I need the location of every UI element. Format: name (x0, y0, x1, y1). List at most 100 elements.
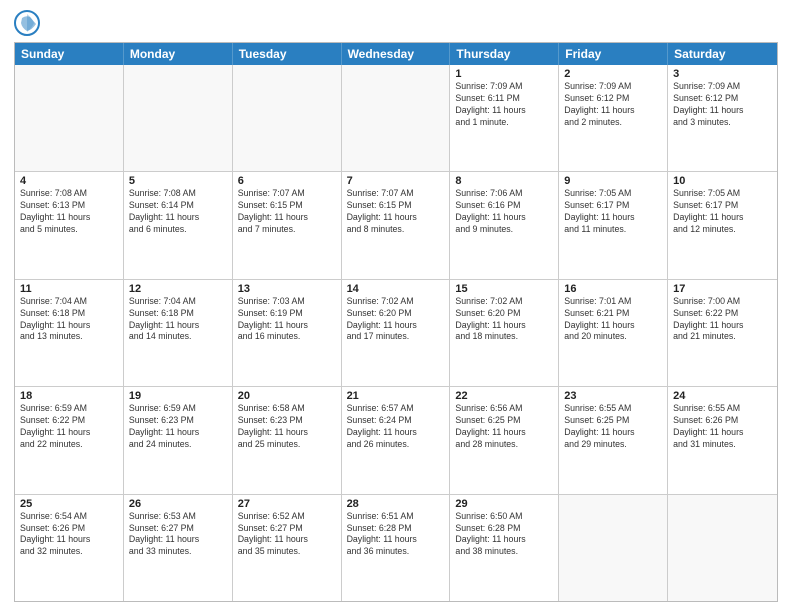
header-day-thursday: Thursday (450, 43, 559, 65)
logo (14, 10, 40, 36)
empty-cell (559, 495, 668, 601)
day-number: 19 (129, 390, 227, 402)
week-row-3: 11Sunrise: 7:04 AM Sunset: 6:18 PM Dayli… (15, 279, 777, 386)
day-number: 1 (455, 68, 553, 80)
day-cell-18: 18Sunrise: 6:59 AM Sunset: 6:22 PM Dayli… (15, 387, 124, 493)
day-info: Sunrise: 6:58 AM Sunset: 6:23 PM Dayligh… (238, 403, 336, 451)
day-number: 22 (455, 390, 553, 402)
day-info: Sunrise: 7:09 AM Sunset: 6:11 PM Dayligh… (455, 81, 553, 129)
day-info: Sunrise: 6:59 AM Sunset: 6:22 PM Dayligh… (20, 403, 118, 451)
day-info: Sunrise: 6:53 AM Sunset: 6:27 PM Dayligh… (129, 511, 227, 559)
header-day-sunday: Sunday (15, 43, 124, 65)
day-number: 16 (564, 283, 662, 295)
day-info: Sunrise: 6:57 AM Sunset: 6:24 PM Dayligh… (347, 403, 445, 451)
day-cell-21: 21Sunrise: 6:57 AM Sunset: 6:24 PM Dayli… (342, 387, 451, 493)
day-cell-19: 19Sunrise: 6:59 AM Sunset: 6:23 PM Dayli… (124, 387, 233, 493)
empty-cell (233, 65, 342, 171)
day-cell-3: 3Sunrise: 7:09 AM Sunset: 6:12 PM Daylig… (668, 65, 777, 171)
day-info: Sunrise: 6:59 AM Sunset: 6:23 PM Dayligh… (129, 403, 227, 451)
day-cell-24: 24Sunrise: 6:55 AM Sunset: 6:26 PM Dayli… (668, 387, 777, 493)
logo-icon (14, 10, 40, 36)
day-number: 15 (455, 283, 553, 295)
day-cell-12: 12Sunrise: 7:04 AM Sunset: 6:18 PM Dayli… (124, 280, 233, 386)
day-cell-29: 29Sunrise: 6:50 AM Sunset: 6:28 PM Dayli… (450, 495, 559, 601)
day-info: Sunrise: 7:09 AM Sunset: 6:12 PM Dayligh… (673, 81, 772, 129)
day-cell-13: 13Sunrise: 7:03 AM Sunset: 6:19 PM Dayli… (233, 280, 342, 386)
calendar: SundayMondayTuesdayWednesdayThursdayFrid… (14, 42, 778, 602)
header-day-wednesday: Wednesday (342, 43, 451, 65)
day-info: Sunrise: 7:02 AM Sunset: 6:20 PM Dayligh… (347, 296, 445, 344)
day-number: 11 (20, 283, 118, 295)
day-number: 8 (455, 175, 553, 187)
day-info: Sunrise: 7:07 AM Sunset: 6:15 PM Dayligh… (238, 188, 336, 236)
day-number: 2 (564, 68, 662, 80)
day-cell-28: 28Sunrise: 6:51 AM Sunset: 6:28 PM Dayli… (342, 495, 451, 601)
day-cell-7: 7Sunrise: 7:07 AM Sunset: 6:15 PM Daylig… (342, 172, 451, 278)
header-day-saturday: Saturday (668, 43, 777, 65)
day-number: 23 (564, 390, 662, 402)
day-cell-26: 26Sunrise: 6:53 AM Sunset: 6:27 PM Dayli… (124, 495, 233, 601)
day-number: 3 (673, 68, 772, 80)
header-day-friday: Friday (559, 43, 668, 65)
day-number: 13 (238, 283, 336, 295)
day-number: 28 (347, 498, 445, 510)
day-info: Sunrise: 7:04 AM Sunset: 6:18 PM Dayligh… (20, 296, 118, 344)
day-cell-11: 11Sunrise: 7:04 AM Sunset: 6:18 PM Dayli… (15, 280, 124, 386)
day-info: Sunrise: 7:07 AM Sunset: 6:15 PM Dayligh… (347, 188, 445, 236)
day-cell-5: 5Sunrise: 7:08 AM Sunset: 6:14 PM Daylig… (124, 172, 233, 278)
day-cell-15: 15Sunrise: 7:02 AM Sunset: 6:20 PM Dayli… (450, 280, 559, 386)
day-cell-16: 16Sunrise: 7:01 AM Sunset: 6:21 PM Dayli… (559, 280, 668, 386)
day-info: Sunrise: 6:51 AM Sunset: 6:28 PM Dayligh… (347, 511, 445, 559)
day-number: 29 (455, 498, 553, 510)
week-row-4: 18Sunrise: 6:59 AM Sunset: 6:22 PM Dayli… (15, 386, 777, 493)
day-cell-4: 4Sunrise: 7:08 AM Sunset: 6:13 PM Daylig… (15, 172, 124, 278)
day-cell-20: 20Sunrise: 6:58 AM Sunset: 6:23 PM Dayli… (233, 387, 342, 493)
day-info: Sunrise: 6:52 AM Sunset: 6:27 PM Dayligh… (238, 511, 336, 559)
day-number: 4 (20, 175, 118, 187)
day-info: Sunrise: 7:05 AM Sunset: 6:17 PM Dayligh… (673, 188, 772, 236)
day-cell-25: 25Sunrise: 6:54 AM Sunset: 6:26 PM Dayli… (15, 495, 124, 601)
day-info: Sunrise: 6:55 AM Sunset: 6:26 PM Dayligh… (673, 403, 772, 451)
day-number: 27 (238, 498, 336, 510)
day-cell-6: 6Sunrise: 7:07 AM Sunset: 6:15 PM Daylig… (233, 172, 342, 278)
calendar-body: 1Sunrise: 7:09 AM Sunset: 6:11 PM Daylig… (15, 65, 777, 601)
header-day-monday: Monday (124, 43, 233, 65)
day-cell-1: 1Sunrise: 7:09 AM Sunset: 6:11 PM Daylig… (450, 65, 559, 171)
day-cell-10: 10Sunrise: 7:05 AM Sunset: 6:17 PM Dayli… (668, 172, 777, 278)
day-cell-2: 2Sunrise: 7:09 AM Sunset: 6:12 PM Daylig… (559, 65, 668, 171)
calendar-header: SundayMondayTuesdayWednesdayThursdayFrid… (15, 43, 777, 65)
day-number: 20 (238, 390, 336, 402)
day-cell-14: 14Sunrise: 7:02 AM Sunset: 6:20 PM Dayli… (342, 280, 451, 386)
day-number: 17 (673, 283, 772, 295)
day-info: Sunrise: 6:55 AM Sunset: 6:25 PM Dayligh… (564, 403, 662, 451)
day-cell-22: 22Sunrise: 6:56 AM Sunset: 6:25 PM Dayli… (450, 387, 559, 493)
header (14, 10, 778, 36)
week-row-1: 1Sunrise: 7:09 AM Sunset: 6:11 PM Daylig… (15, 65, 777, 171)
week-row-2: 4Sunrise: 7:08 AM Sunset: 6:13 PM Daylig… (15, 171, 777, 278)
day-number: 7 (347, 175, 445, 187)
day-number: 10 (673, 175, 772, 187)
day-number: 12 (129, 283, 227, 295)
day-info: Sunrise: 6:56 AM Sunset: 6:25 PM Dayligh… (455, 403, 553, 451)
day-info: Sunrise: 7:05 AM Sunset: 6:17 PM Dayligh… (564, 188, 662, 236)
day-info: Sunrise: 7:01 AM Sunset: 6:21 PM Dayligh… (564, 296, 662, 344)
week-row-5: 25Sunrise: 6:54 AM Sunset: 6:26 PM Dayli… (15, 494, 777, 601)
day-number: 18 (20, 390, 118, 402)
empty-cell (342, 65, 451, 171)
day-info: Sunrise: 7:08 AM Sunset: 6:13 PM Dayligh… (20, 188, 118, 236)
day-cell-27: 27Sunrise: 6:52 AM Sunset: 6:27 PM Dayli… (233, 495, 342, 601)
day-cell-17: 17Sunrise: 7:00 AM Sunset: 6:22 PM Dayli… (668, 280, 777, 386)
day-info: Sunrise: 7:02 AM Sunset: 6:20 PM Dayligh… (455, 296, 553, 344)
day-number: 14 (347, 283, 445, 295)
page: SundayMondayTuesdayWednesdayThursdayFrid… (0, 0, 792, 612)
day-number: 26 (129, 498, 227, 510)
day-number: 25 (20, 498, 118, 510)
empty-cell (15, 65, 124, 171)
day-cell-9: 9Sunrise: 7:05 AM Sunset: 6:17 PM Daylig… (559, 172, 668, 278)
day-number: 24 (673, 390, 772, 402)
day-info: Sunrise: 7:00 AM Sunset: 6:22 PM Dayligh… (673, 296, 772, 344)
empty-cell (668, 495, 777, 601)
day-number: 6 (238, 175, 336, 187)
day-number: 5 (129, 175, 227, 187)
day-number: 9 (564, 175, 662, 187)
